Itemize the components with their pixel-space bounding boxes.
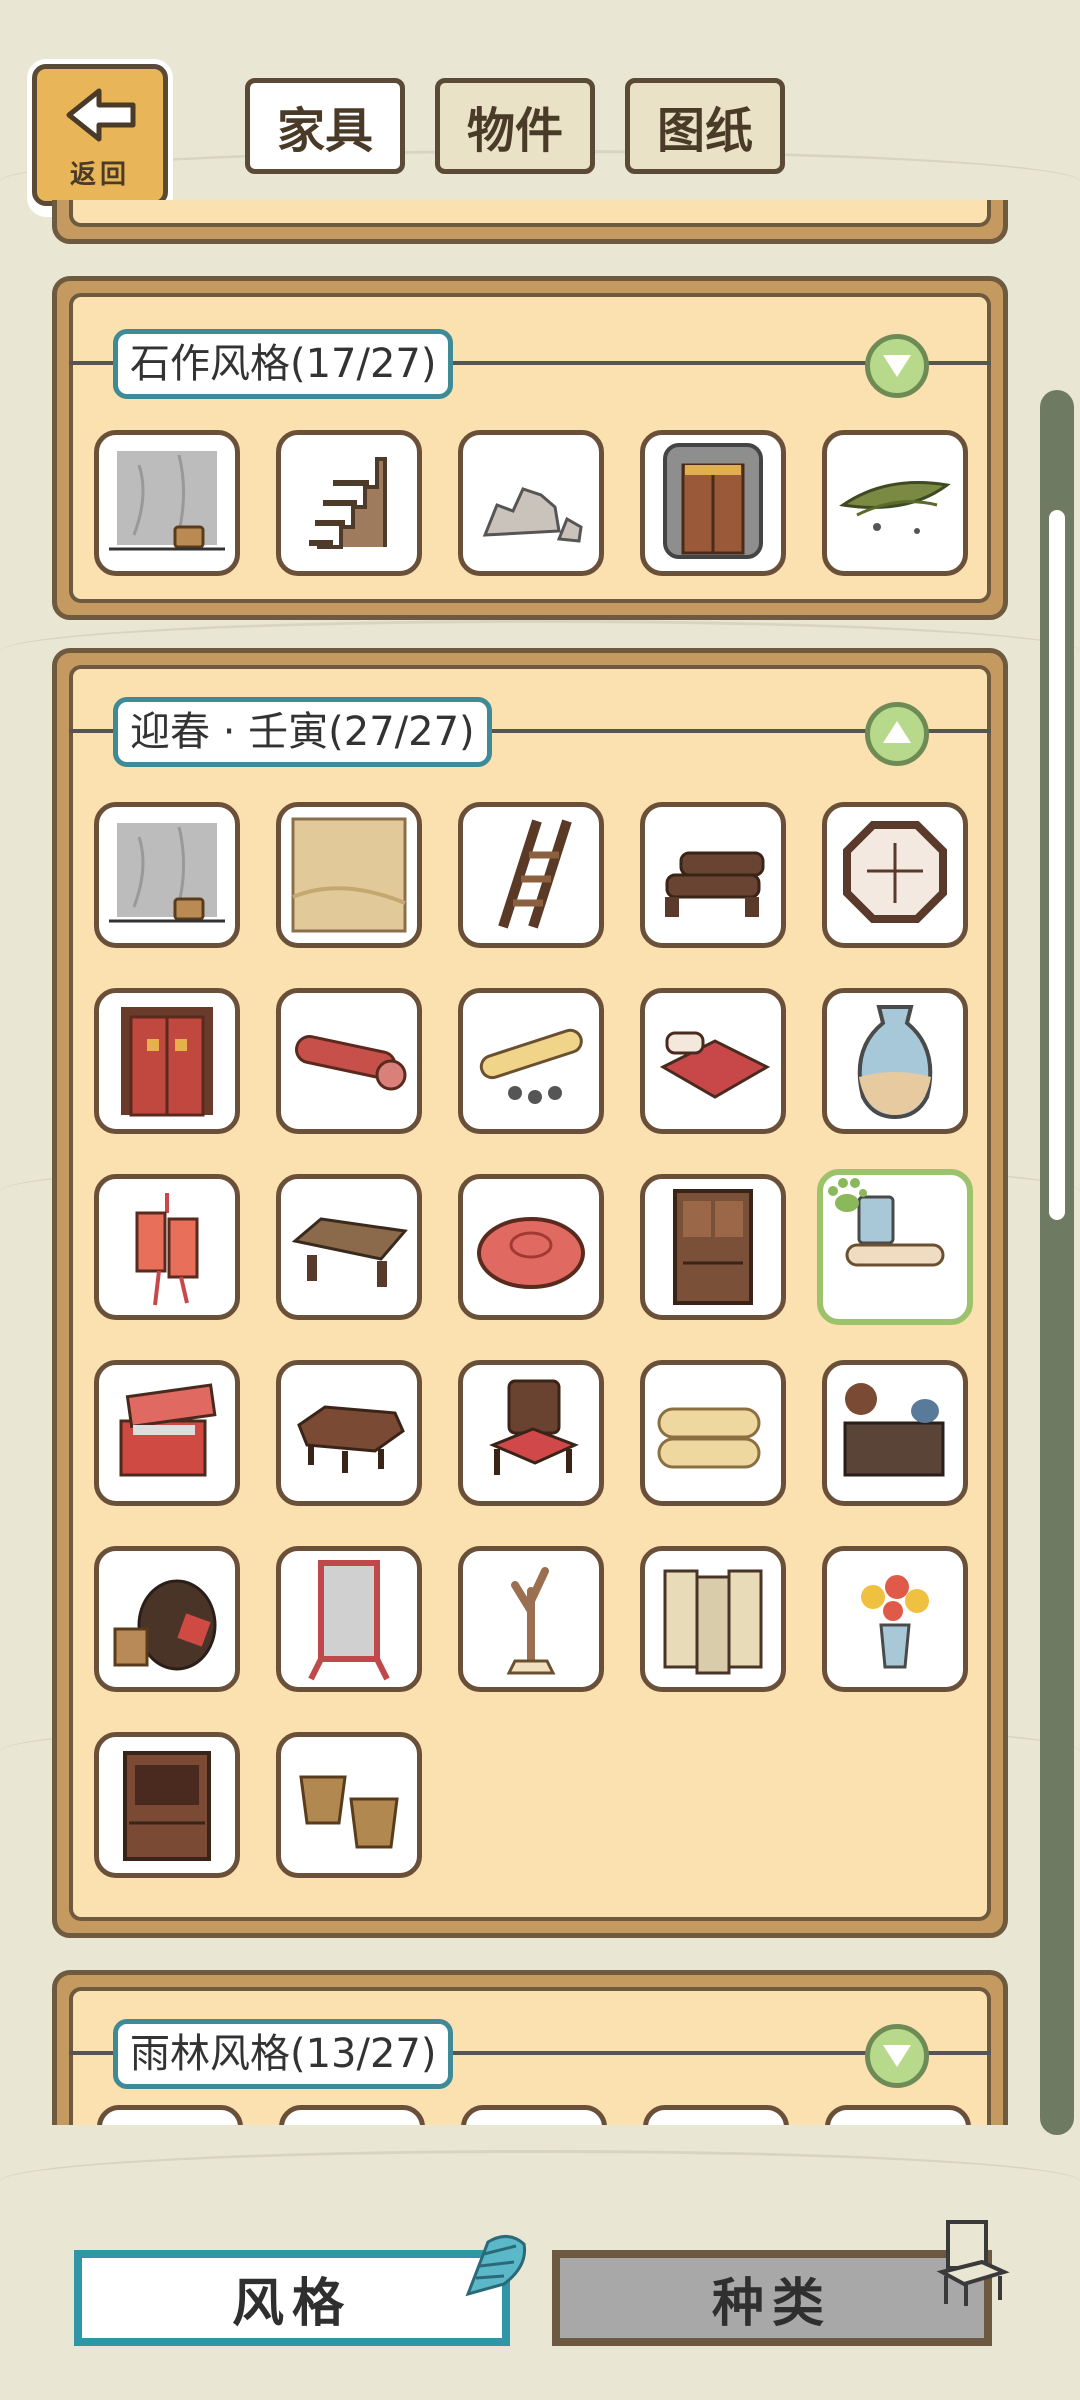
previous-section-panel: [52, 200, 1008, 244]
stone-door-icon: [663, 443, 763, 559]
item-card[interactable]: [458, 802, 604, 948]
scrollbar-thumb[interactable]: [1049, 510, 1065, 1220]
back-label: 返回: [69, 160, 130, 190]
item-card[interactable]: [276, 988, 422, 1134]
ladder-icon: [498, 819, 572, 929]
item-card[interactable]: [640, 1360, 786, 1506]
chevron-down-icon: [883, 355, 911, 377]
red-chest-icon: [119, 1383, 217, 1477]
tab-blueprints[interactable]: 图纸: [625, 78, 785, 174]
section-title: 石作风格(17/27): [113, 329, 454, 399]
category-tabs: 家具 物件 图纸: [245, 78, 785, 174]
branch-stand-icon: [506, 1567, 556, 1675]
item-card[interactable]: [94, 802, 240, 948]
style-tab-button[interactable]: 风格: [74, 2250, 510, 2346]
item-card[interactable]: [276, 1174, 422, 1320]
item-card[interactable]: [458, 1360, 604, 1506]
item-card[interactable]: [640, 430, 786, 576]
item-card[interactable]: [458, 1546, 604, 1692]
section-rainforest: 雨林风格(13/27): [52, 1970, 1008, 2125]
expand-toggle-button[interactable]: [865, 2024, 929, 2088]
wine-jar-icon: [113, 1579, 217, 1671]
section-title: 迎春 · 壬寅(27/27): [113, 697, 492, 767]
shelf-icon: [123, 1751, 211, 1861]
low-table-icon: [291, 1217, 408, 1287]
log-bench-icon: [665, 851, 765, 917]
item-card[interactable]: [94, 1174, 240, 1320]
leaves-icon: [839, 481, 951, 534]
item-card[interactable]: [276, 802, 422, 948]
cabinet-icon: [673, 1189, 753, 1305]
stone-wall-icon: [109, 823, 225, 923]
shell-icon: [465, 2235, 527, 2297]
octagon-window-icon: [843, 821, 947, 923]
item-card[interactable]: [461, 2105, 607, 2125]
flower-vase-icon: [861, 1575, 929, 1669]
back-button[interactable]: 返回: [32, 64, 168, 206]
vase-icon: [857, 1005, 933, 1120]
item-card[interactable]: [640, 988, 786, 1134]
item-card[interactable]: [458, 430, 604, 576]
item-card[interactable]: [276, 1360, 422, 1506]
item-card[interactable]: [825, 2105, 971, 2125]
expand-toggle-button[interactable]: [865, 334, 929, 398]
cushion-icon: [477, 1217, 585, 1289]
item-card[interactable]: [97, 2105, 243, 2125]
tab-furniture[interactable]: 家具: [245, 78, 405, 174]
chevron-up-icon: [883, 721, 911, 743]
tea-set-icon: [843, 1383, 945, 1477]
chair-icon: [936, 2220, 1010, 2306]
back-arrow-icon: [66, 88, 136, 142]
style-list[interactable]: 石作风格(17/27) 迎春 · 壬寅(27/27) 雨林风格(13/27): [0, 200, 1080, 2125]
item-card[interactable]: [822, 988, 968, 1134]
item-card[interactable]: [822, 802, 968, 948]
item-card[interactable]: [458, 988, 604, 1134]
red-table-icon: [297, 1405, 405, 1473]
item-card[interactable]: [94, 1546, 240, 1692]
mirror-icon: [308, 1560, 390, 1681]
item-card[interactable]: [94, 1732, 240, 1878]
basket-icon: [299, 1775, 399, 1849]
red-scroll-icon: [295, 1035, 407, 1091]
item-card[interactable]: [643, 2105, 789, 2125]
paper-scroll-icon: [479, 1028, 583, 1104]
rolled-mat-icon: [657, 1407, 761, 1469]
item-card-selected[interactable]: [817, 1169, 973, 1325]
red-chair-icon: [489, 1379, 579, 1475]
rocks-icon: [482, 487, 583, 543]
red-door-icon: [121, 1007, 213, 1117]
item-card[interactable]: [822, 1546, 968, 1692]
item-card[interactable]: [640, 1546, 786, 1692]
sand-floor-icon: [291, 817, 407, 933]
item-card[interactable]: [640, 1174, 786, 1320]
type-tab-button[interactable]: 种类: [552, 2250, 992, 2346]
item-card[interactable]: [822, 1360, 968, 1506]
item-card[interactable]: [640, 802, 786, 948]
item-card[interactable]: [276, 430, 422, 576]
item-card[interactable]: [279, 2105, 425, 2125]
tab-objects[interactable]: 物件: [435, 78, 595, 174]
section-title: 雨林风格(13/27): [113, 2019, 454, 2089]
item-card[interactable]: [276, 1546, 422, 1692]
item-card[interactable]: [94, 430, 240, 576]
item-card[interactable]: [276, 1732, 422, 1878]
collapse-toggle-button[interactable]: [865, 702, 929, 766]
red-bed-icon: [659, 1031, 771, 1099]
charm-icon: [135, 1193, 199, 1306]
folding-screen-icon: [663, 1569, 763, 1675]
paw-icon: [828, 1178, 867, 1212]
item-card[interactable]: [458, 1174, 604, 1320]
chevron-down-icon: [883, 2045, 911, 2067]
item-card[interactable]: [94, 988, 240, 1134]
item-card[interactable]: [822, 430, 968, 576]
stone-wall-icon: [109, 451, 225, 551]
stone-stairs-icon: [309, 457, 387, 549]
item-card[interactable]: [94, 1360, 240, 1506]
